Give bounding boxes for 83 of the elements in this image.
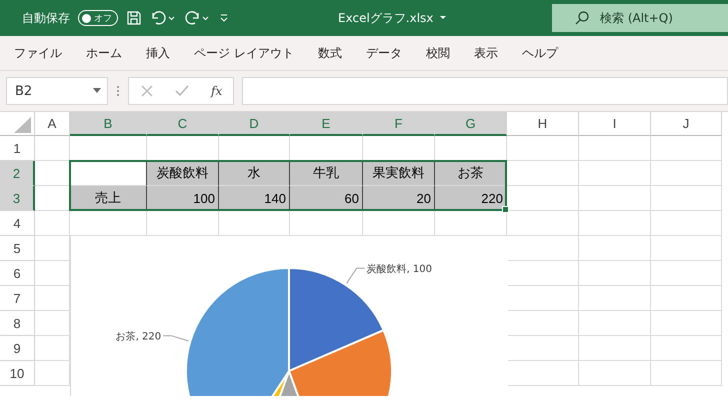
redo-icon[interactable] <box>184 10 210 26</box>
check-icon[interactable] <box>175 85 189 97</box>
table-cell <box>35 211 70 236</box>
menu-tab[interactable]: ホーム <box>86 44 122 62</box>
table-cell <box>651 361 722 386</box>
row-header[interactable]: 2 <box>0 161 35 186</box>
column-header[interactable]: H <box>507 112 579 136</box>
row-header[interactable]: 7 <box>0 286 35 311</box>
menu-tab[interactable]: ページ レイアウト <box>194 44 294 62</box>
menu-tab[interactable]: 校閲 <box>426 44 450 62</box>
column-header[interactable]: C <box>147 112 219 136</box>
data-label: 炭酸飲料, 100 <box>366 264 432 276</box>
table-cell <box>651 311 722 336</box>
table-cell: 20 <box>363 186 435 211</box>
menu-tab[interactable]: 数式 <box>318 44 342 62</box>
menu-tab[interactable]: データ <box>366 44 402 62</box>
file-name[interactable]: Excelグラフ.xlsx <box>338 10 434 26</box>
table-cell <box>35 136 70 161</box>
column-header[interactable]: D <box>219 112 290 136</box>
caret-icon[interactable] <box>439 15 448 21</box>
table-cell: お茶 <box>435 161 507 186</box>
leader-line <box>346 268 366 284</box>
column-header[interactable]: G <box>435 112 507 136</box>
save-icon[interactable] <box>126 10 142 26</box>
column-header[interactable]: J <box>651 112 722 136</box>
leader-line <box>162 335 189 342</box>
table-cell <box>651 286 722 311</box>
table-cell <box>579 186 651 211</box>
table-cell: 果実飲料 <box>363 161 435 186</box>
autosave-toggle[interactable]: オフ <box>78 10 118 26</box>
row-header[interactable]: 10 <box>0 361 35 386</box>
row-header[interactable]: 3 <box>0 186 35 211</box>
table-cell: 100 <box>147 186 219 211</box>
table-cell <box>579 361 651 386</box>
data-label: お茶, 220 <box>116 332 162 343</box>
table-cell <box>579 136 651 161</box>
table-cell: 炭酸飲料 <box>147 161 219 186</box>
menu-tab[interactable]: ファイル <box>14 44 62 62</box>
autosave-label: 自動保存 <box>22 10 70 26</box>
table-cell <box>507 136 579 161</box>
table-cell <box>579 161 651 186</box>
formula-input[interactable] <box>242 77 728 105</box>
customize-icon[interactable] <box>218 12 230 24</box>
table-cell <box>651 236 722 261</box>
column-header[interactable]: E <box>290 112 363 136</box>
table-cell <box>651 211 722 236</box>
column-header[interactable]: I <box>579 112 651 136</box>
column-header[interactable]: B <box>70 112 147 136</box>
grip-icon <box>116 84 120 98</box>
row-header[interactable]: 1 <box>0 136 35 161</box>
table-cell: 売上 <box>70 186 147 211</box>
table-cell <box>579 236 651 261</box>
table-cell <box>651 161 722 186</box>
name-box[interactable]: B2 <box>6 77 108 105</box>
table-cell: 60 <box>290 186 363 211</box>
table-cell <box>579 261 651 286</box>
table-cell <box>651 186 722 211</box>
caret-icon[interactable] <box>93 88 101 94</box>
table-cell: 牛乳 <box>290 161 363 186</box>
table-cell: 140 <box>219 186 290 211</box>
menu-tab[interactable]: 表示 <box>474 44 498 62</box>
row-header[interactable]: 4 <box>0 211 35 236</box>
menu-tab[interactable]: 挿入 <box>146 44 170 62</box>
column-header[interactable]: F <box>363 112 435 136</box>
table-cell <box>507 161 579 186</box>
table-cell <box>579 211 651 236</box>
column-header[interactable]: A <box>35 112 70 136</box>
row-header[interactable]: 9 <box>0 336 35 361</box>
table-cell <box>651 261 722 286</box>
undo-icon[interactable] <box>150 10 176 26</box>
table-cell <box>651 136 722 161</box>
table-cell <box>579 286 651 311</box>
search-icon <box>574 10 590 26</box>
menu-tab[interactable]: ヘルプ <box>522 44 558 62</box>
table-cell <box>579 311 651 336</box>
row-header[interactable]: 8 <box>0 311 35 336</box>
search-field[interactable]: 検索 (Alt+Q) <box>552 4 728 32</box>
table-cell: 水 <box>219 161 290 186</box>
insert-function-button[interactable]: fx <box>211 84 222 98</box>
table-cell <box>579 336 651 361</box>
table-cell <box>651 336 722 361</box>
row-header[interactable]: 5 <box>0 236 35 261</box>
row-header[interactable]: 6 <box>0 261 35 286</box>
